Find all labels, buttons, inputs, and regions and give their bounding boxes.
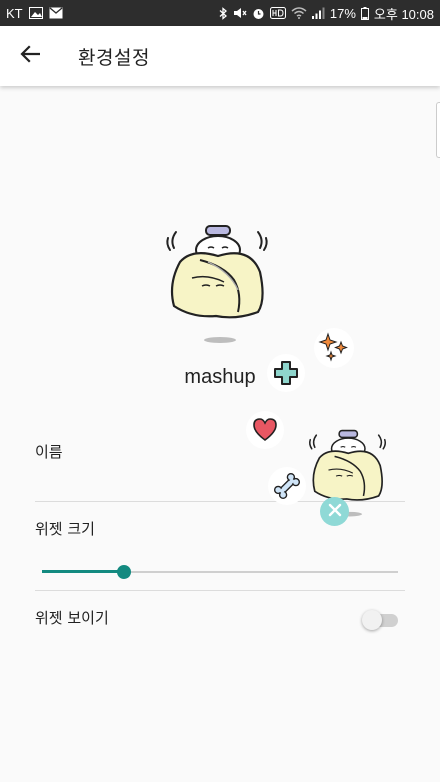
slider-thumb[interactable] (116, 565, 131, 579)
mute-icon (233, 7, 247, 19)
status-bar: KT 17% 오후 10:08 (0, 0, 440, 26)
close-icon (328, 502, 342, 521)
divider (35, 590, 405, 591)
page-title: 환경설정 (78, 46, 150, 69)
battery-icon (360, 6, 369, 20)
wifi-icon (291, 7, 307, 19)
arrow-left-icon (20, 45, 41, 67)
message-icon (49, 7, 63, 19)
app-bar: 환경설정 (0, 26, 440, 86)
alarm-icon (252, 7, 265, 20)
widget-size-slider[interactable] (42, 562, 398, 582)
slider-fill (42, 570, 124, 573)
avatar-name: mashup (184, 366, 256, 388)
sparkle-icon[interactable] (314, 328, 354, 368)
name-label: 이름 (35, 443, 63, 461)
clock: 오후 10:08 (373, 6, 434, 22)
close-button[interactable] (320, 497, 349, 526)
plus-icon[interactable] (267, 354, 305, 392)
hd-voice-icon (269, 7, 286, 19)
toggle-knob (362, 610, 382, 630)
battery-percent: 17% (329, 5, 356, 21)
widget-size-label: 위젯 크기 (35, 520, 95, 538)
image-icon (28, 7, 43, 19)
widget-visible-toggle[interactable] (362, 608, 400, 632)
carrier-label: KT (6, 5, 23, 21)
bone-icon[interactable] (268, 467, 306, 505)
bluetooth-icon (219, 6, 228, 20)
signal-icon (311, 7, 325, 19)
scroll-indicator (436, 102, 440, 158)
back-button[interactable] (0, 26, 60, 86)
widget-visible-label: 위젯 보이기 (35, 609, 109, 627)
heart-icon[interactable] (246, 411, 284, 449)
character-avatar (162, 220, 272, 345)
